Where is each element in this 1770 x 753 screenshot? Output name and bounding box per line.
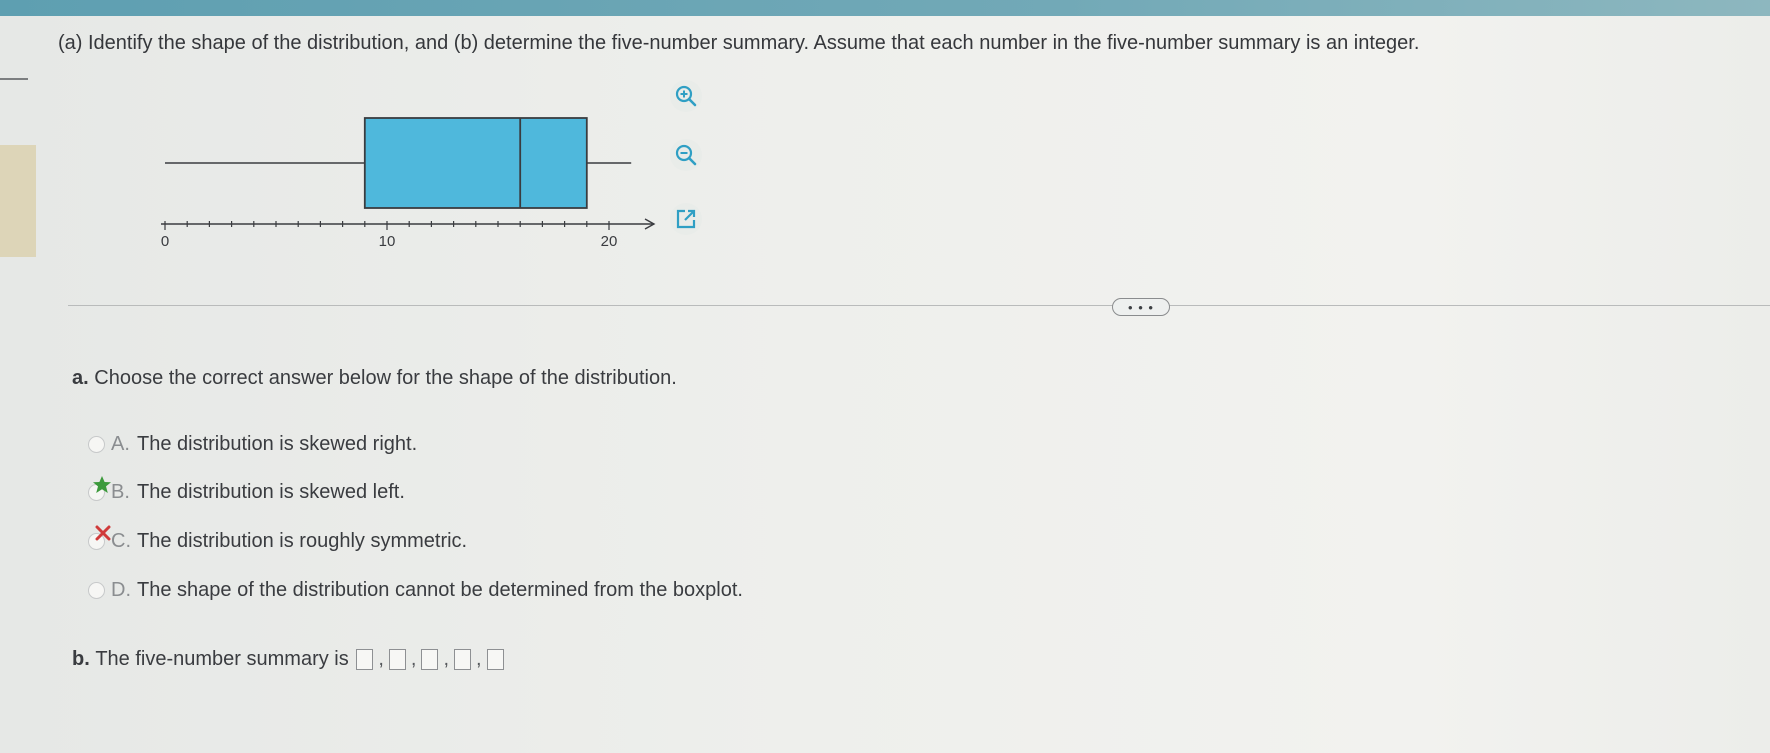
zoom-in-icon — [675, 85, 697, 107]
option-c-letter: C. — [111, 529, 131, 552]
option-d[interactable]: D. The shape of the distribution cannot … — [88, 578, 743, 602]
answer-box-q1[interactable] — [388, 649, 406, 670]
answer-box-max[interactable] — [486, 649, 504, 670]
part-a-prompt: a. Choose the correct answer below for t… — [72, 367, 677, 390]
answer-box-q3[interactable] — [454, 649, 471, 670]
part-b-label: b. — [72, 648, 90, 670]
option-a-letter: A. — [111, 432, 130, 455]
answer-box-median[interactable] — [421, 649, 439, 670]
left-dash — [0, 78, 28, 80]
popout-icon — [676, 209, 696, 229]
zoom-out-icon — [675, 144, 697, 166]
top-accent-bar — [0, 0, 1770, 16]
radio-option-a[interactable] — [88, 435, 105, 453]
section-divider — [68, 305, 1770, 306]
popout-button[interactable] — [670, 203, 702, 235]
boxplot-figure: 0 10 20 — [140, 100, 660, 265]
zoom-out-button[interactable] — [670, 139, 702, 171]
boxplot-svg: 0 10 20 — [161, 117, 656, 250]
option-c-text: The distribution is roughly symmetric. — [137, 529, 468, 552]
x-axis-tick-label: 10 — [379, 233, 396, 250]
left-side-strip — [0, 145, 36, 257]
part-a-label: a. — [72, 367, 89, 389]
x-axis-tick-label: 0 — [161, 233, 169, 250]
option-b[interactable]: B. The distribution is skewed left. — [88, 480, 405, 504]
correct-star-icon — [93, 476, 111, 493]
zoom-in-button[interactable] — [670, 80, 702, 112]
radio-option-d[interactable] — [88, 581, 105, 599]
option-d-letter: D. — [111, 578, 131, 601]
incorrect-x-icon — [95, 525, 111, 541]
option-c[interactable]: C. The distribution is roughly symmetric… — [88, 529, 467, 553]
option-b-text: The distribution is skewed left. — [137, 480, 405, 503]
option-a[interactable]: A. The distribution is skewed right. — [88, 432, 417, 456]
option-a-text: The distribution is skewed right. — [137, 432, 418, 455]
option-d-text: The shape of the distribution cannot be … — [137, 578, 743, 601]
part-a-text: Choose the correct answer below for the … — [94, 367, 677, 389]
option-b-letter: B. — [111, 480, 130, 503]
question-text: (a) Identify the shape of the distributi… — [58, 32, 1420, 54]
more-options-pill[interactable]: • • • — [1112, 298, 1170, 316]
x-axis-tick-label: 20 — [601, 233, 618, 250]
answer-box-min[interactable] — [356, 649, 374, 670]
part-b-prompt: b. The five-number summary is , , , , — [72, 648, 506, 671]
part-b-text: The five-number summary is — [95, 648, 349, 670]
iqr-box — [363, 117, 588, 209]
